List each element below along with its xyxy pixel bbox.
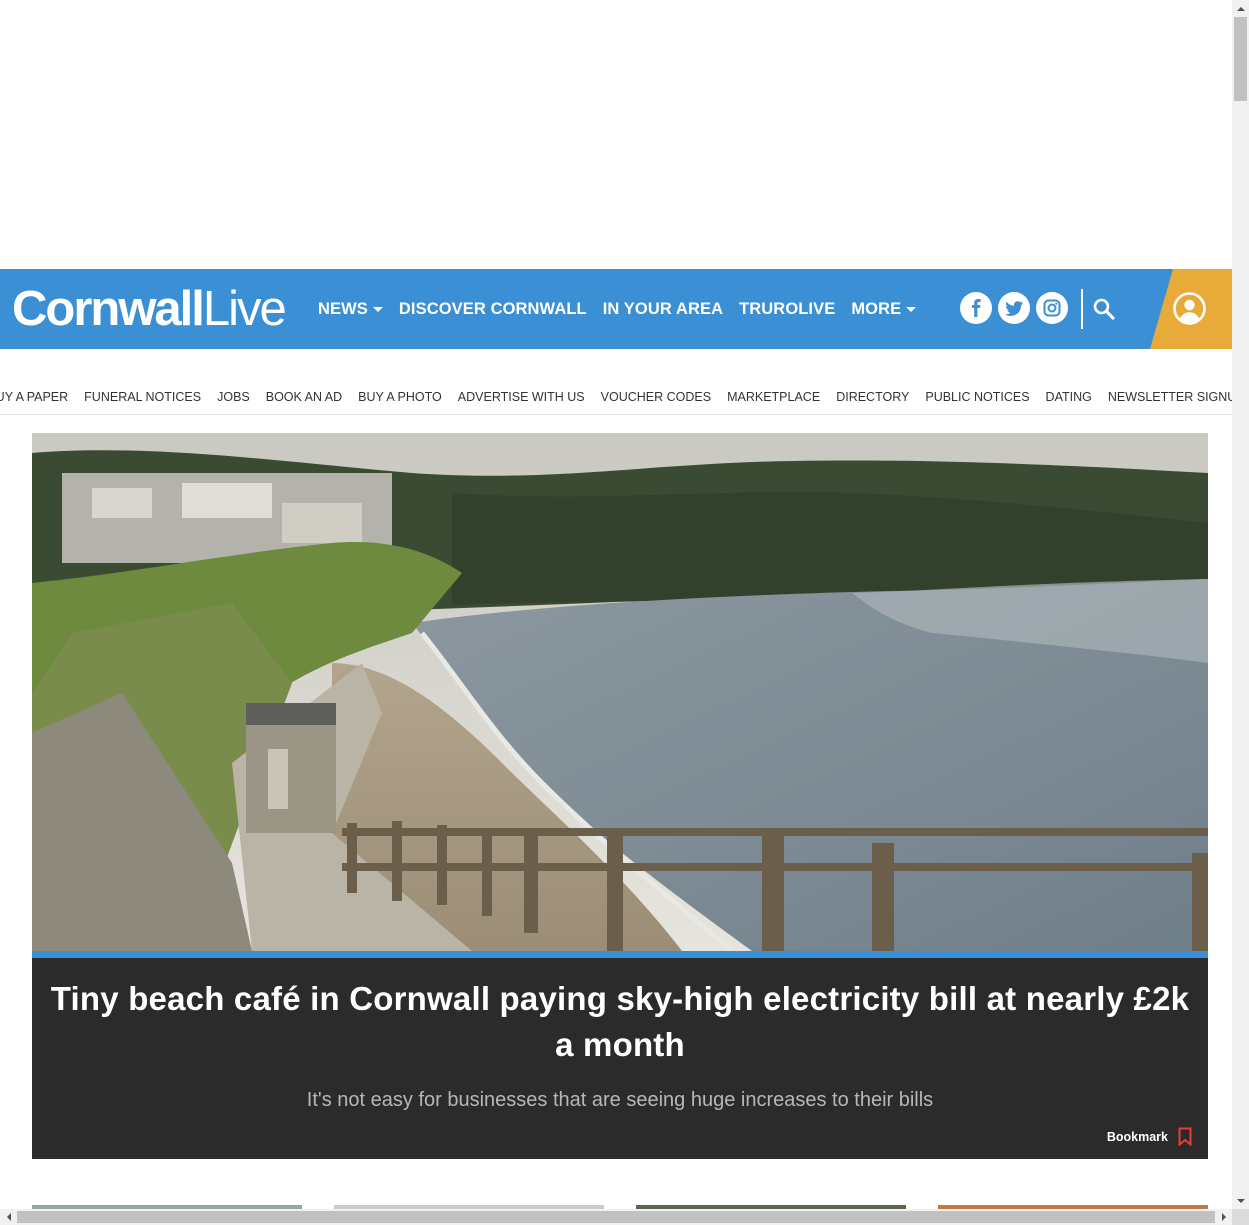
account-button[interactable] <box>1173 292 1206 325</box>
nav-item-label: MORE <box>851 299 902 318</box>
scroll-down-arrow-icon[interactable] <box>1232 1192 1249 1209</box>
scrollbar-corner <box>1232 1209 1249 1225</box>
secondary-nav: BUY A PAPER FUNERAL NOTICES JOBS BOOK AN… <box>0 349 1245 415</box>
subnav-public-notices[interactable]: PUBLIC NOTICES <box>925 390 1029 404</box>
subnav-jobs[interactable]: JOBS <box>217 390 250 404</box>
facebook-icon <box>972 299 981 317</box>
hero-subtitle: It's not easy for businesses that are se… <box>306 1089 934 1111</box>
logo-text-cornwall: Cornwall <box>12 282 205 336</box>
subnav-voucher-codes[interactable]: VOUCHER CODES <box>601 390 711 404</box>
hero-title[interactable]: Tiny beach café in Cornwall paying sky-h… <box>42 976 1198 1068</box>
bookmark-icon <box>1178 1127 1192 1146</box>
logo-text-live: Live <box>202 282 287 336</box>
caret-down-icon <box>906 307 917 312</box>
site-logo[interactable]: Cornwall Live <box>12 281 287 337</box>
site-header: Cornwall Live NEWS DISCOVER CORNWALL IN Y… <box>0 269 1232 349</box>
nav-item-label: TRUROLIVE <box>739 299 836 318</box>
nav-item-label: IN YOUR AREA <box>602 299 724 318</box>
nav-item-label: DISCOVER CORNWALL <box>398 299 587 318</box>
subnav-buy-a-paper[interactable]: BUY A PAPER <box>0 390 68 404</box>
caret-down-icon <box>372 307 383 312</box>
scroll-up-arrow-icon[interactable] <box>1232 0 1249 17</box>
subnav-directory[interactable]: DIRECTORY <box>836 390 909 404</box>
subnav-funeral-notices[interactable]: FUNERAL NOTICES <box>84 390 201 404</box>
subnav-dating[interactable]: DATING <box>1046 390 1092 404</box>
nav-item-trurolive[interactable]: TRUROLIVE <box>739 300 835 319</box>
subnav-newsletter-signup[interactable]: NEWSLETTER SIGNUP <box>1108 390 1245 404</box>
bookmark-label: Bookmark <box>1106 1129 1168 1144</box>
horizontal-scrollbar-thumb[interactable] <box>17 1211 1215 1223</box>
nav-item-in-your-area[interactable]: IN YOUR AREA <box>603 300 723 319</box>
advert-slot <box>0 0 1232 269</box>
subnav-marketplace[interactable]: MARKETPLACE <box>727 390 820 404</box>
beach-photo <box>32 433 1208 951</box>
search-button[interactable] <box>1091 295 1117 323</box>
hero-accent-band <box>32 951 1208 958</box>
subnav-advertise-with-us[interactable]: ADVERTISE WITH US <box>458 390 585 404</box>
vertical-scrollbar[interactable] <box>1232 0 1249 1209</box>
subnav-book-an-ad[interactable]: BOOK AN AD <box>266 390 342 404</box>
facebook-button[interactable] <box>960 292 992 324</box>
nav-item-label: NEWS <box>318 299 368 318</box>
nav-item-discover-cornwall[interactable]: DISCOVER CORNWALL <box>399 300 587 319</box>
scroll-left-arrow-icon[interactable] <box>0 1209 17 1225</box>
primary-nav: NEWS DISCOVER CORNWALL IN YOUR AREA TRUR… <box>318 269 932 349</box>
twitter-button[interactable] <box>998 292 1030 324</box>
hero-image[interactable] <box>32 433 1208 951</box>
horizontal-scrollbar[interactable] <box>0 1209 1232 1225</box>
instagram-button[interactable] <box>1036 292 1068 324</box>
header-divider <box>1081 289 1083 329</box>
account-icon <box>1173 292 1206 325</box>
search-icon <box>1093 298 1115 320</box>
subnav-buy-a-photo[interactable]: BUY A PHOTO <box>358 390 442 404</box>
bookmark-button[interactable]: Bookmark <box>1107 1127 1192 1146</box>
hero-article[interactable]: Tiny beach café in Cornwall paying sky-h… <box>32 433 1208 1159</box>
vertical-scrollbar-thumb[interactable] <box>1234 17 1247 101</box>
twitter-icon <box>1005 300 1023 316</box>
instagram-icon <box>1043 299 1061 317</box>
nav-item-more[interactable]: MORE <box>851 299 917 319</box>
nav-item-news[interactable]: NEWS <box>318 300 383 319</box>
scroll-right-arrow-icon[interactable] <box>1215 1209 1232 1225</box>
